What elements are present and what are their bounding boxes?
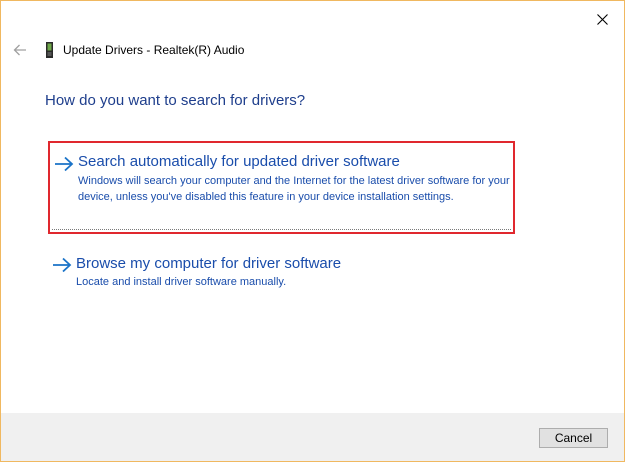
search-automatically-description: Windows will search your computer and th… xyxy=(78,175,510,203)
cancel-button[interactable]: Cancel xyxy=(539,428,608,448)
close-button[interactable] xyxy=(587,5,617,33)
browse-computer-title: Browse my computer for driver software xyxy=(76,255,342,272)
search-automatically-title: Search automatically for updated driver … xyxy=(78,153,400,170)
dialog-footer: Cancel xyxy=(1,413,624,461)
back-button[interactable] xyxy=(9,41,31,59)
update-drivers-dialog: Update Drivers - Realtek(R) Audio How do… xyxy=(0,0,625,462)
audio-device-icon xyxy=(46,42,53,58)
window-title: Update Drivers - Realtek(R) Audio xyxy=(63,43,245,57)
page-heading: How do you want to search for drivers? xyxy=(45,92,306,109)
browse-computer-description: Locate and install driver software manua… xyxy=(76,276,287,288)
search-automatically-option[interactable]: Search automatically for updated driver … xyxy=(48,141,515,234)
right-arrow-icon xyxy=(53,257,72,273)
back-arrow-icon xyxy=(13,44,26,56)
right-arrow-icon xyxy=(55,156,74,172)
focus-indicator xyxy=(52,229,511,230)
browse-computer-option[interactable]: Browse my computer for driver software L… xyxy=(48,249,515,297)
close-icon xyxy=(596,13,608,25)
